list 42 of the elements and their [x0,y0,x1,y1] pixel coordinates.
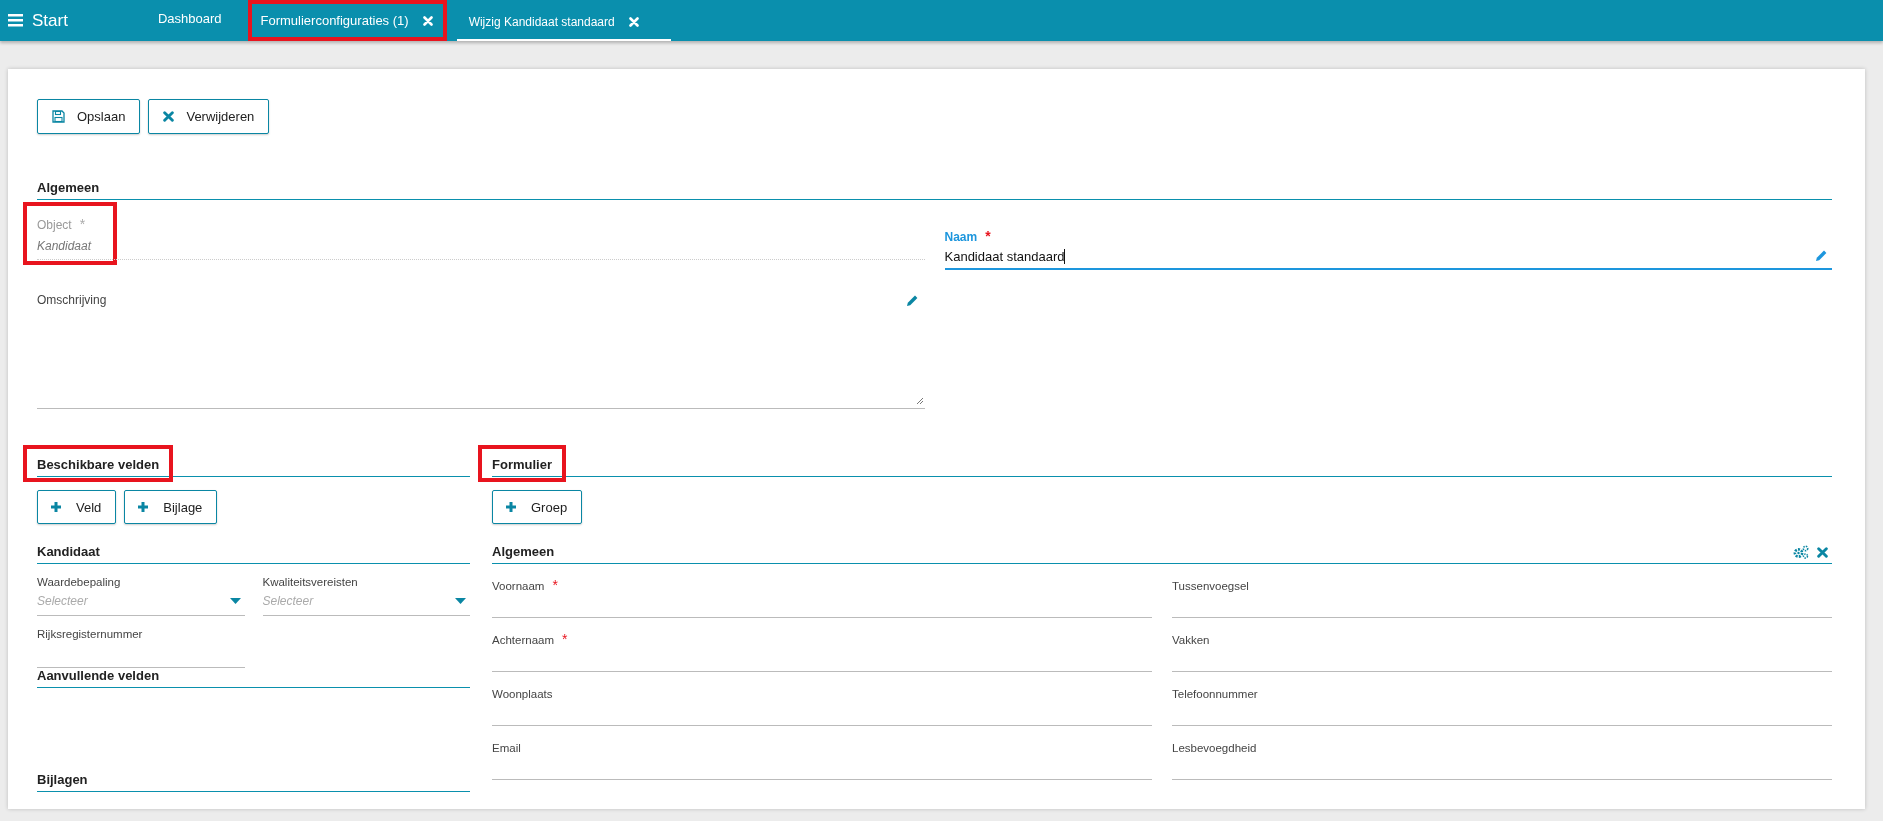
text-field[interactable]: Woonplaats [492,682,1152,726]
plus-icon [505,501,517,513]
pencil-icon [1815,249,1828,262]
text-field[interactable]: Rijksregisternummer [37,628,245,668]
text-field[interactable]: Lesbevoegdheid [1172,736,1832,780]
tab[interactable]: Dashboard [125,0,248,41]
start-menu-button[interactable]: Start [0,0,76,41]
add-button[interactable]: Bijlage [124,490,218,524]
dropdown-caret-icon [229,597,241,605]
group-heading: Algemeen [492,544,555,559]
dropdown-field[interactable]: Kwaliteitsvereisten Selecteer [262,576,470,616]
resize-handle-icon[interactable] [915,397,924,405]
text-field[interactable]: Telefoonnummer [1172,682,1832,726]
description-field[interactable]: Omschrijving [37,292,925,409]
section-heading: Beschikbare velden [23,445,174,482]
name-input-field[interactable]: Naam * Kandidaat standaard [944,228,1832,270]
section-heading: Formulier [478,445,566,482]
text-field[interactable]: Email [492,736,1152,780]
delete-button[interactable]: Verwijderen [148,99,270,134]
close-icon[interactable] [1817,546,1828,558]
add-button[interactable]: Veld [37,490,117,524]
plus-icon [137,501,150,513]
field-value: Kandidaat [37,239,92,253]
plus-icon [50,501,62,513]
menu-icon [8,14,23,27]
text-field[interactable]: Vakken [1172,628,1832,672]
text-field[interactable]: Achternaam * [492,628,1152,672]
tab[interactable]: Wijzig Kandidaat standaard [456,0,671,41]
text-field[interactable]: Tussenvoegsel [1172,574,1832,618]
tab[interactable]: Formulierconfiguraties (1) [247,0,447,41]
text-field[interactable]: Voornaam * [492,574,1152,618]
close-icon [163,111,175,122]
field-label: Object * [37,216,87,232]
group-heading: Kandidaat [37,544,100,559]
pencil-icon [905,294,919,307]
section-heading: Algemeen [37,180,100,195]
group-heading: Bijlagen [37,772,88,787]
dropdown-caret-icon [455,597,466,605]
save-button[interactable]: Opslaan [37,99,141,134]
group-heading: Aanvullende velden [37,668,160,683]
add-group-button[interactable]: Groep [492,490,583,524]
dropdown-field[interactable]: Waardebepaling Selecteer [37,576,245,616]
